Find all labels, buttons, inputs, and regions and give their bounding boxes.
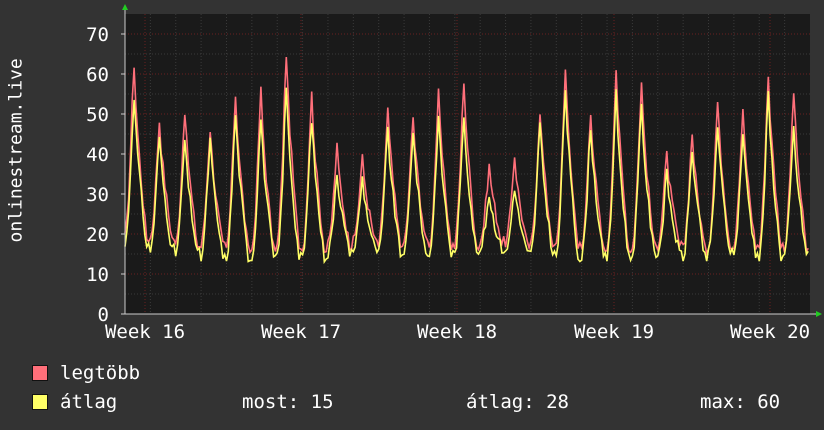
x-tick-label: Week 20	[730, 321, 810, 343]
y-tick-label: 70	[86, 24, 109, 46]
y-tick-label: 60	[86, 64, 109, 86]
x-tick-label: Week 19	[574, 321, 654, 343]
y-tick-label: 50	[86, 104, 109, 126]
chart-canvas: 010203040506070Week 16 Week 17 Week 18 Week…	[86, 4, 822, 343]
y-axis-arrow	[122, 4, 128, 10]
x-tick-label: Week 18	[417, 321, 497, 343]
y-tick-label: 40	[86, 144, 109, 166]
x-tick-label: Week 16	[105, 321, 185, 343]
x-tick-label: Week 17	[261, 321, 341, 343]
x-axis-arrow	[816, 311, 822, 317]
y-tick-label: 10	[86, 264, 109, 286]
y-tick-label: 30	[86, 184, 109, 206]
y-tick-label: 20	[86, 224, 109, 246]
